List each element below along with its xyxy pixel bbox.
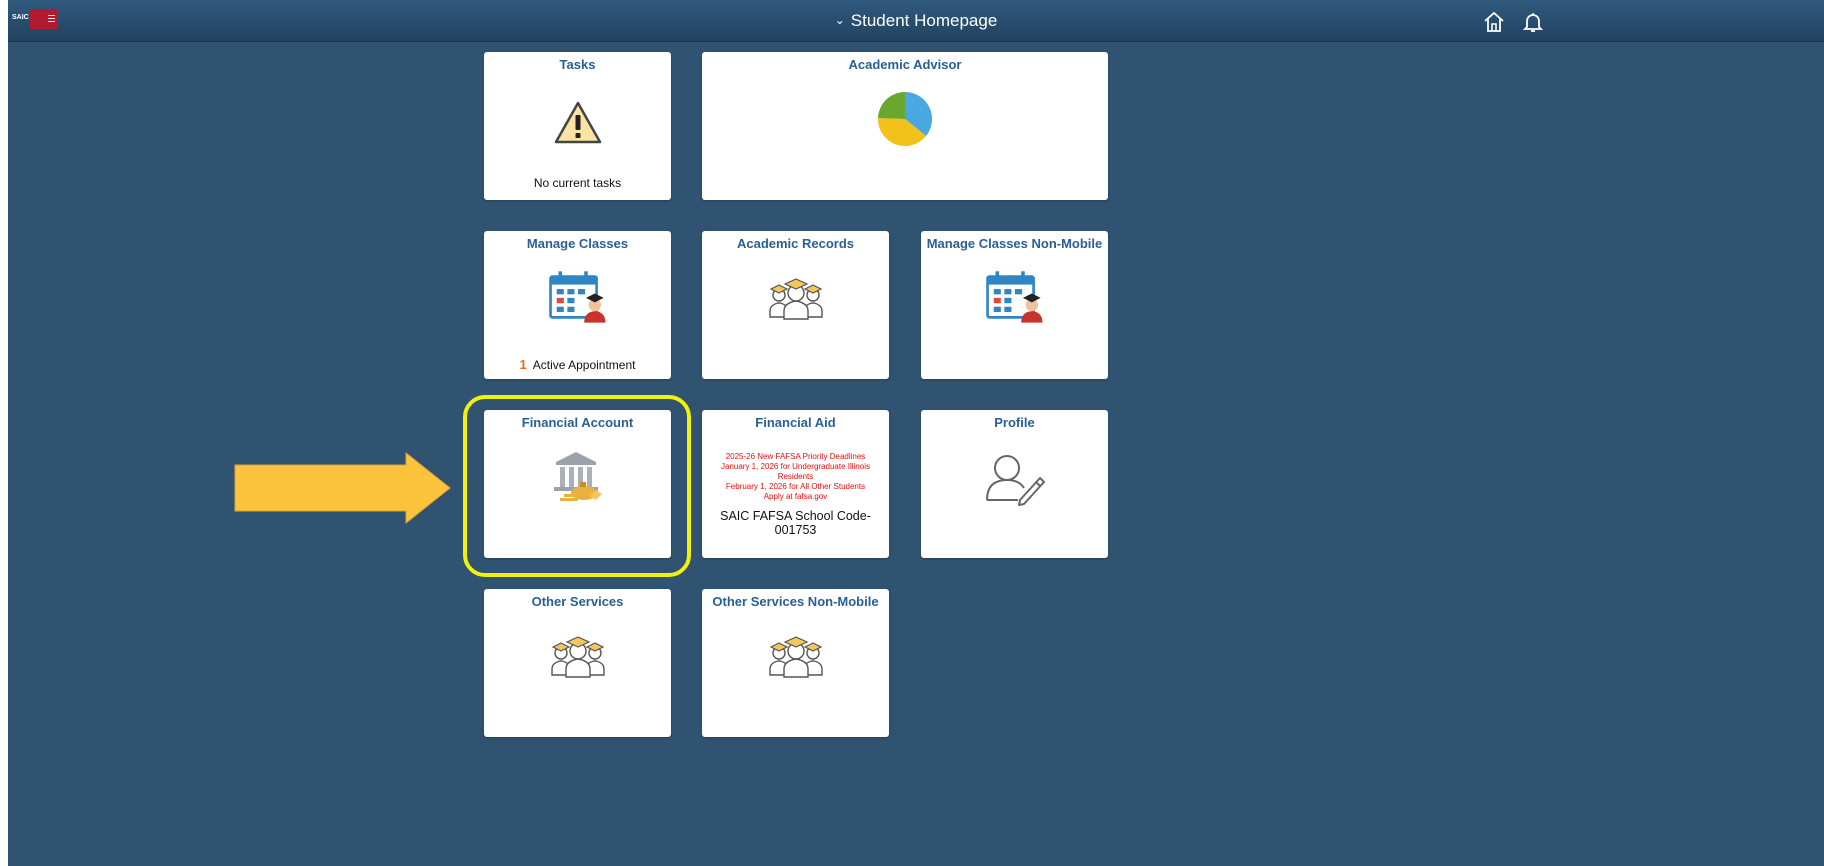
tile-title: Academic Records: [736, 236, 855, 251]
notification-bell-icon[interactable]: [1521, 10, 1545, 34]
tile-title: Other Services: [531, 594, 624, 609]
tile-title: Academic Advisor: [848, 57, 962, 72]
highlight-outline: [463, 395, 691, 577]
tile-title: Manage Classes Non-Mobile: [926, 236, 1103, 251]
tile-financial-aid[interactable]: Financial Aid 2025-26 New FAFSA Priority…: [702, 410, 889, 558]
tile-other-services[interactable]: Other Services: [484, 589, 671, 737]
left-edge-strip: [0, 0, 8, 866]
graduates-icon: [766, 635, 826, 679]
appointment-count: 1: [519, 357, 527, 372]
fafsa-deadline-message: 2025-26 New FAFSA Priority Deadlines Jan…: [721, 452, 870, 501]
home-icon[interactable]: [1482, 10, 1506, 34]
tile-other-services-non-mobile[interactable]: Other Services Non-Mobile: [702, 589, 889, 737]
tile-title: Manage Classes: [526, 236, 629, 251]
calendar-student-icon: [984, 269, 1046, 325]
tile-profile[interactable]: Profile: [921, 410, 1108, 558]
tile-academic-records[interactable]: Academic Records: [702, 231, 889, 379]
page-title: Student Homepage: [850, 11, 998, 30]
tile-title: Financial Aid: [755, 415, 836, 430]
tile-title: Tasks: [559, 57, 596, 72]
tile-title: Profile: [994, 415, 1035, 430]
pointer-arrow-icon: [234, 452, 451, 524]
warning-triangle-icon: [554, 101, 602, 144]
fafsa-school-code: SAIC FAFSA School Code-001753: [720, 509, 871, 537]
top-navigation-bar: SAIC ⌄ Student Homepage: [8, 0, 1824, 42]
tile-academic-advisor[interactable]: Academic Advisor: [702, 52, 1108, 200]
pie-chart-icon: [877, 91, 933, 147]
tile-manage-classes[interactable]: Manage Classes 1 Active Appointment: [484, 231, 671, 379]
chevron-down-icon: ⌄: [834, 13, 845, 27]
profile-edit-icon: [986, 455, 1045, 506]
appointment-label: Active Appointment: [532, 358, 636, 372]
tile-footer: 1 Active Appointment: [484, 357, 671, 372]
tile-manage-classes-non-mobile[interactable]: Manage Classes Non-Mobile: [921, 231, 1108, 379]
tile-footer: No current tasks: [533, 176, 622, 190]
page-title-dropdown[interactable]: ⌄ Student Homepage: [8, 0, 1824, 41]
calendar-student-icon: [547, 269, 609, 325]
graduates-icon: [548, 635, 608, 679]
tile-title: Other Services Non-Mobile: [712, 594, 879, 609]
tile-tasks[interactable]: Tasks No current tasks: [484, 52, 671, 200]
graduates-icon: [766, 277, 826, 321]
